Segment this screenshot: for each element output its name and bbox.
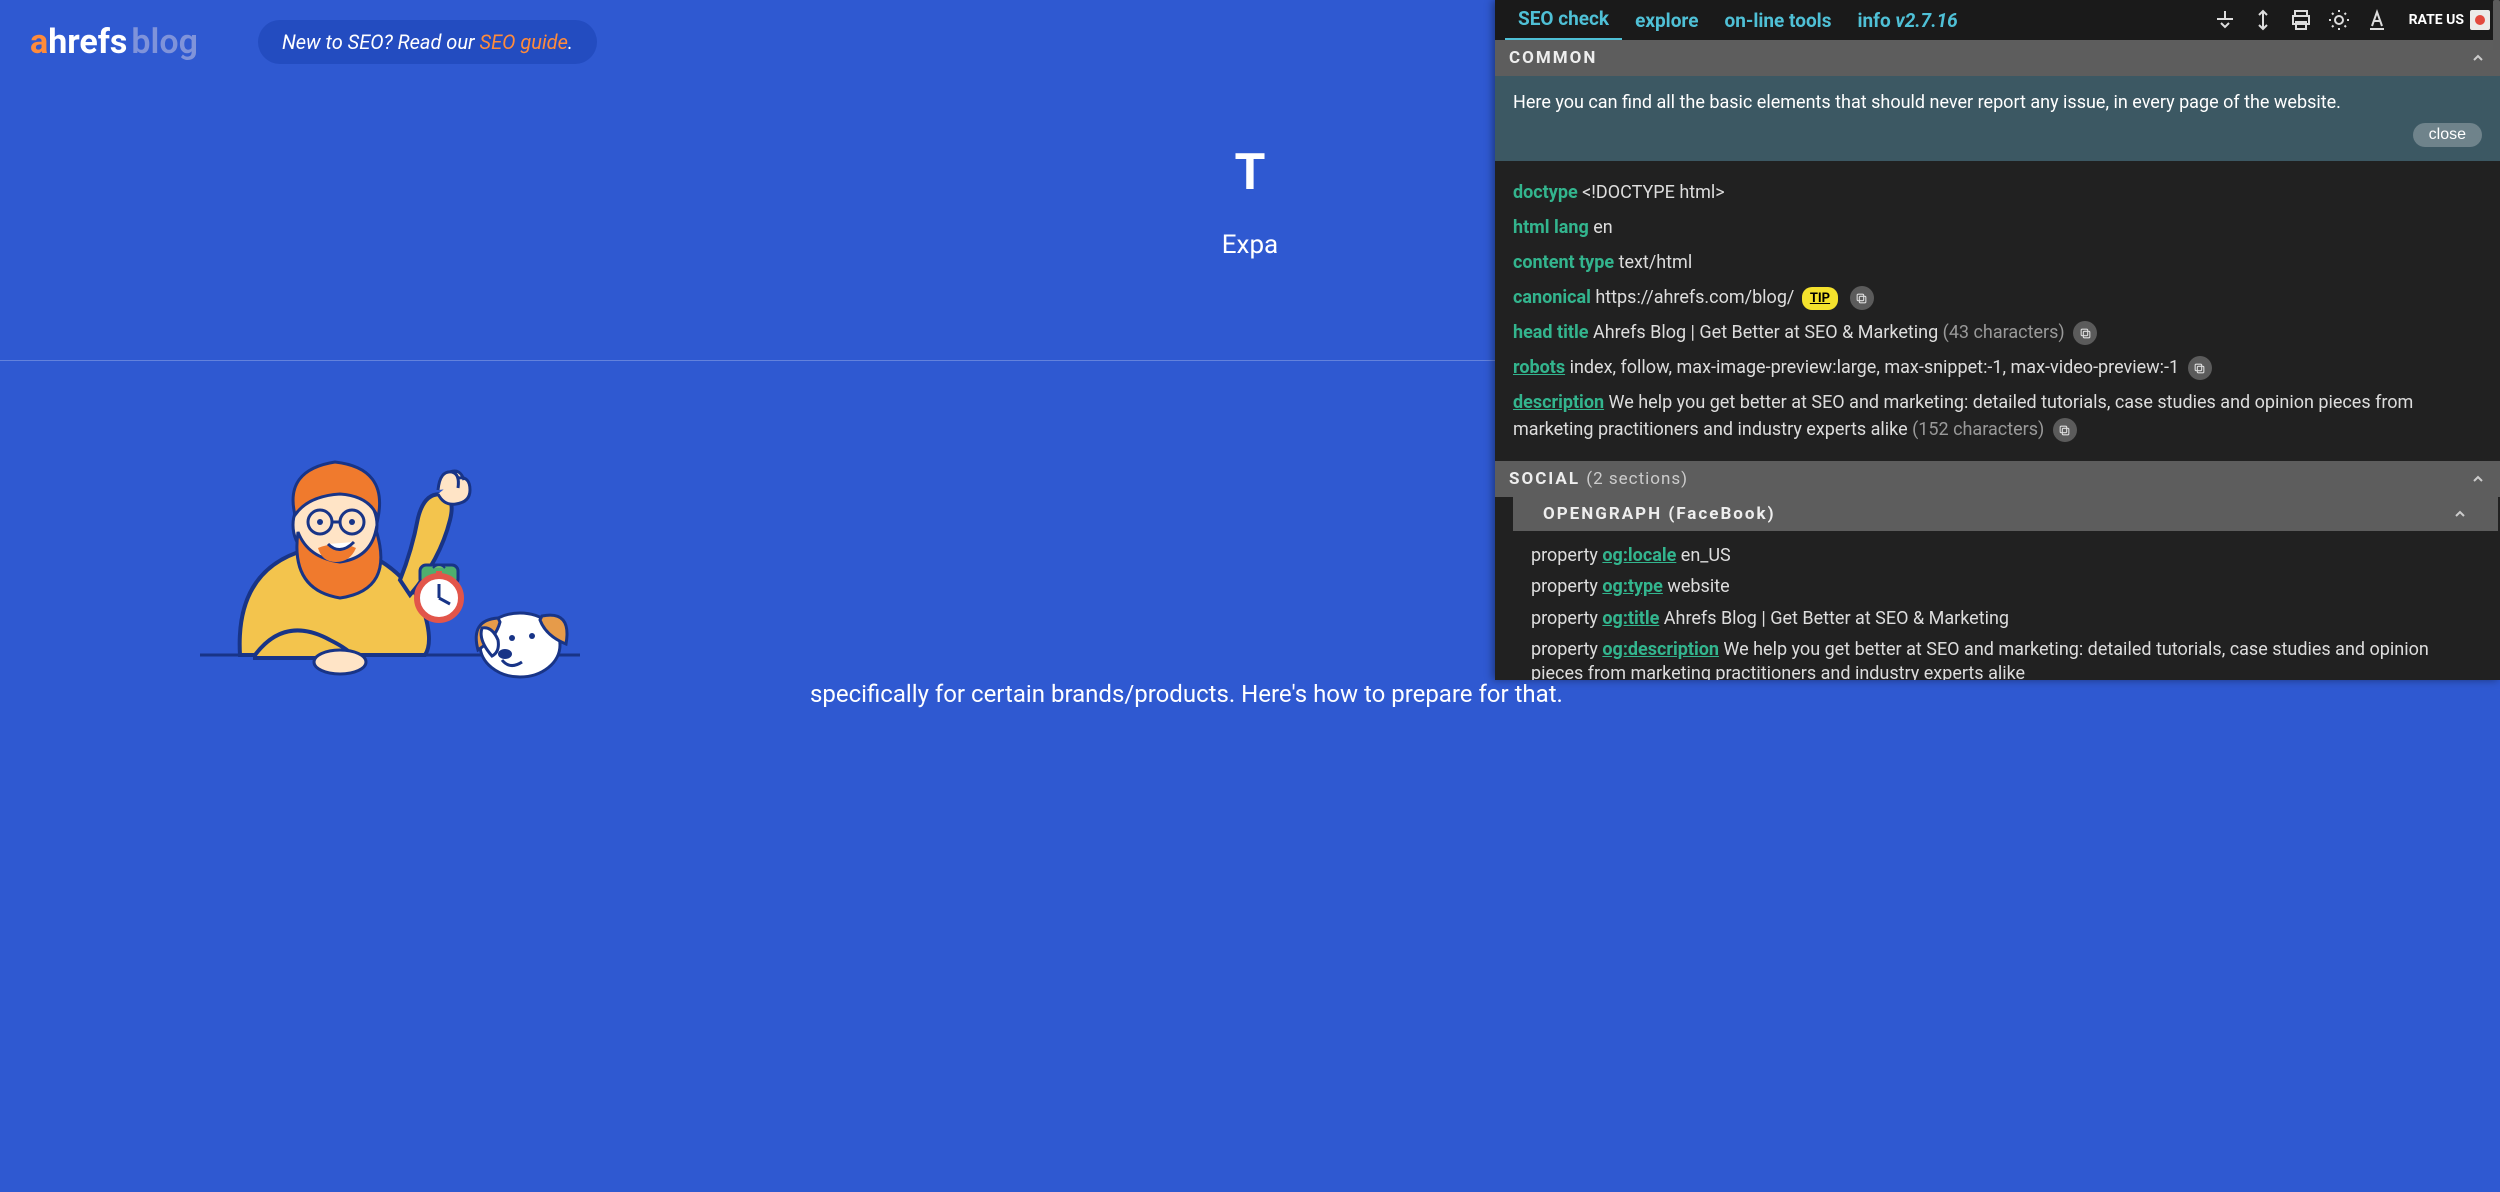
article-excerpt: specifically for certain brands/products…	[810, 678, 2430, 710]
og-val-type: website	[1667, 576, 1729, 597]
row-htmllang: html lang en	[1513, 214, 2482, 241]
key-robots[interactable]: robots	[1513, 357, 1565, 378]
og-key-desc[interactable]: og:description	[1602, 639, 1719, 660]
panel-scrollbar[interactable]	[2493, 0, 2500, 50]
row-doctype: doctype <!DOCTYPE html>	[1513, 179, 2482, 206]
val-ctype: text/html	[1619, 252, 1693, 273]
opengraph-rows: property og:locale en_US property og:typ…	[1495, 531, 2500, 680]
row-canonical: canonical https://ahrefs.com/blog/ TIP	[1513, 284, 2482, 311]
hero-illustration	[200, 440, 580, 694]
pill-prefix: New to SEO? Read our	[282, 30, 480, 54]
section-title-social: SOCIAL	[1509, 469, 1580, 489]
rate-us[interactable]: RATE US	[2409, 10, 2490, 30]
logo-letter-a: a	[30, 22, 48, 62]
val-robots: index, follow, max-image-preview:large, …	[1570, 357, 2180, 378]
key-canonical: canonical	[1513, 287, 1591, 308]
og-row-desc: property og:description We help you get …	[1531, 638, 2464, 680]
pill-link: SEO guide	[480, 30, 568, 54]
tab-seo-check[interactable]: SEO check	[1505, 0, 1622, 41]
val-htmllang: en	[1593, 217, 1613, 238]
section-header-social[interactable]: SOCIAL (2 sections)	[1495, 461, 2500, 497]
tab-explore[interactable]: explore	[1622, 1, 1711, 40]
og-row-title: property og:title Ahrefs Blog | Get Bett…	[1531, 607, 2464, 631]
common-rows: doctype <!DOCTYPE html> html lang en con…	[1495, 161, 2500, 461]
panel-body[interactable]: COMMON Here you can find all the basic e…	[1495, 40, 2500, 680]
meta-headtitle: (43 characters)	[1943, 322, 2065, 343]
key-description[interactable]: description	[1513, 392, 1604, 413]
chevron-up-icon	[2470, 471, 2486, 487]
seo-guide-pill[interactable]: New to SEO? Read our SEO guide.	[258, 20, 597, 64]
og-key-title[interactable]: og:title	[1602, 608, 1659, 629]
tab-info[interactable]: info v2.7.16	[1844, 1, 1970, 40]
val-canonical: https://ahrefs.com/blog/	[1595, 287, 1794, 308]
logo-blog: blog	[131, 22, 198, 62]
expand-vertical-icon[interactable]	[2251, 8, 2275, 32]
key-doctype: doctype	[1513, 182, 1578, 203]
row-description: description We help you get better at SE…	[1513, 389, 2482, 443]
seo-panel: SEO check explore on-line tools info v2.…	[1495, 0, 2500, 680]
tip-badge[interactable]: TIP	[1802, 287, 1838, 311]
og-row-locale: property og:locale en_US	[1531, 544, 2464, 568]
property-label: property	[1531, 639, 1598, 660]
val-doctype: <!DOCTYPE html>	[1582, 182, 1725, 203]
copy-icon[interactable]	[1850, 286, 1874, 310]
property-label: property	[1531, 576, 1598, 597]
section-header-opengraph[interactable]: OPENGRAPH (FaceBook)	[1513, 497, 2498, 531]
property-label: property	[1531, 608, 1598, 629]
og-key-locale[interactable]: og:locale	[1602, 545, 1676, 566]
tab-tools[interactable]: on-line tools	[1711, 1, 1844, 40]
section-header-common[interactable]: COMMON	[1495, 40, 2500, 76]
opengraph-title: OPENGRAPH (FaceBook)	[1543, 504, 1776, 524]
og-row-type: property og:type website	[1531, 575, 2464, 599]
text-format-icon[interactable]	[2365, 8, 2389, 32]
version-label: v2.7.16	[1895, 9, 1957, 32]
key-htmllang: html lang	[1513, 217, 1589, 238]
close-button[interactable]: close	[2413, 123, 2482, 147]
val-headtitle: Ahrefs Blog | Get Better at SEO & Market…	[1593, 322, 1938, 343]
copy-icon[interactable]	[2188, 356, 2212, 380]
collapse-down-icon[interactable]	[2213, 8, 2237, 32]
og-key-type[interactable]: og:type	[1602, 576, 1663, 597]
logo-letters: hrefs	[48, 22, 127, 62]
copy-icon[interactable]	[2073, 321, 2097, 345]
chevron-up-icon	[2470, 50, 2486, 66]
print-icon[interactable]	[2289, 8, 2313, 32]
meta-description: (152 characters)	[1912, 419, 2044, 440]
site-logo[interactable]: a hrefs blog	[30, 22, 198, 62]
og-val-title: Ahrefs Blog | Get Better at SEO & Market…	[1664, 608, 2009, 629]
row-robots: robots index, follow, max-image-preview:…	[1513, 354, 2482, 381]
key-ctype: content type	[1513, 252, 1614, 273]
chevron-up-icon	[2452, 506, 2468, 522]
row-headtitle: head title Ahrefs Blog | Get Better at S…	[1513, 319, 2482, 346]
key-headtitle: head title	[1513, 322, 1588, 343]
copy-icon[interactable]	[2053, 418, 2077, 442]
section-title-common: COMMON	[1509, 48, 1597, 68]
common-info-text: Here you can find all the basic elements…	[1513, 92, 2482, 113]
brightness-icon[interactable]	[2327, 8, 2351, 32]
property-label: property	[1531, 545, 1598, 566]
store-badge-icon	[2470, 10, 2490, 30]
toolbar-icons: RATE US	[2213, 8, 2490, 32]
panel-tabbar: SEO check explore on-line tools info v2.…	[1495, 0, 2500, 40]
row-ctype: content type text/html	[1513, 249, 2482, 276]
rate-us-label: RATE US	[2409, 12, 2464, 28]
pill-suffix: .	[568, 30, 573, 54]
common-info-box: Here you can find all the basic elements…	[1495, 76, 2500, 161]
og-val-locale: en_US	[1681, 545, 1731, 566]
tab-info-label: info	[1857, 9, 1895, 32]
section-sub-social: (2 sections)	[1586, 469, 1688, 489]
